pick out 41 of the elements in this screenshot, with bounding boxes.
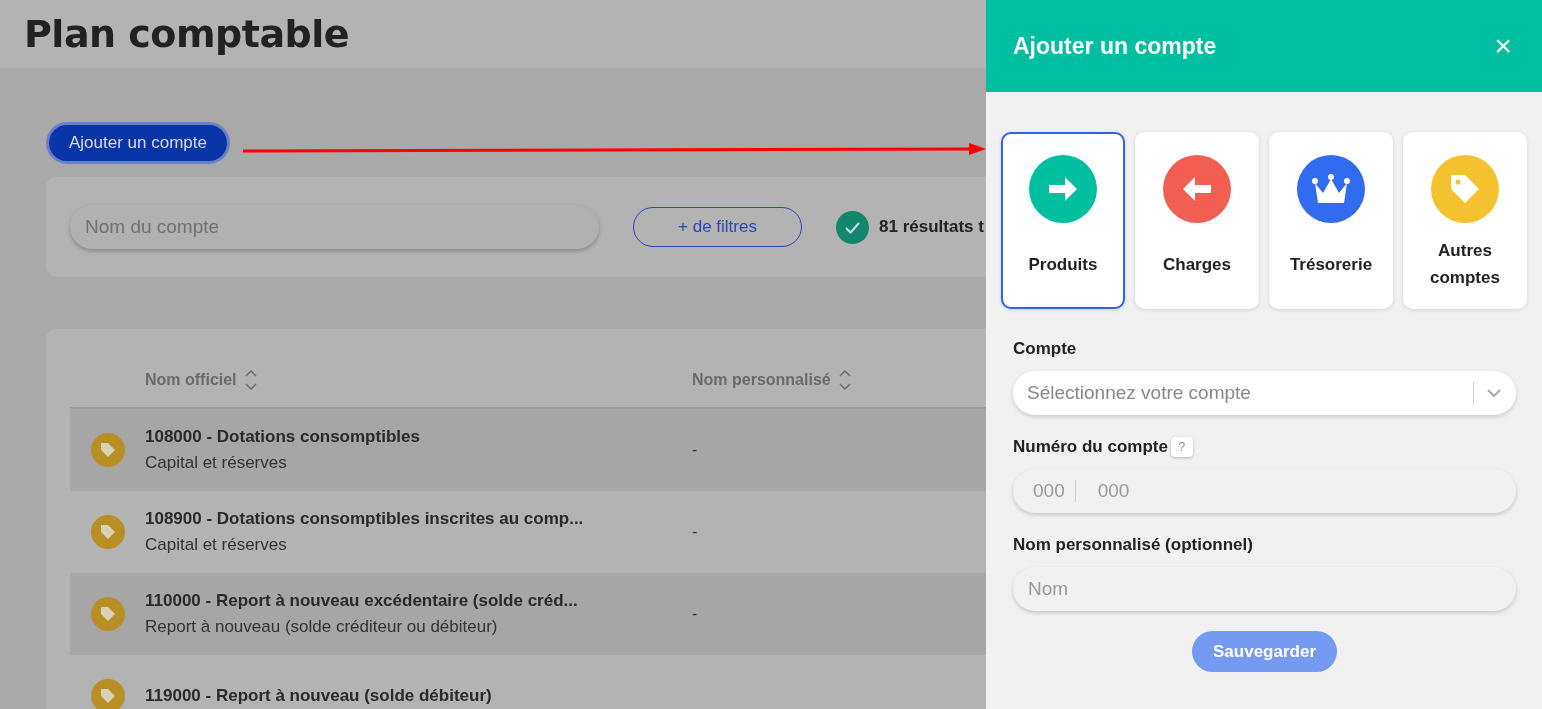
account-name: 108900 - Dotations consomptibles inscrites au comp... xyxy=(145,509,585,529)
help-button[interactable]: ? xyxy=(1170,437,1193,457)
column-header: Nom personnalisé xyxy=(692,371,831,389)
tag-icon xyxy=(90,597,125,631)
page-title: Plan comptable xyxy=(24,12,350,56)
account-type-card[interactable]: Autres comptes xyxy=(1403,132,1527,309)
account-name: 110000 - Report à nouveau excédentaire (solde créd... xyxy=(145,591,579,611)
add-account-button[interactable]: Ajouter un compte xyxy=(46,122,230,164)
account-name: 108000 - Dotations consomptibles xyxy=(145,427,421,447)
tag-icon xyxy=(90,679,125,709)
table-row[interactable]: 108000 - Dotations consomptibles Capital et réserves - xyxy=(70,409,986,491)
account-name: 119000 - Report à nouveau (solde débiteur) xyxy=(145,686,493,706)
account-type-card[interactable]: Charges xyxy=(1135,132,1259,309)
field-label: Numéro du compte xyxy=(1013,437,1168,457)
account-category: Report à nouveau (solde créditeur ou débiteur) xyxy=(145,617,499,637)
table-row[interactable]: 110000 - Report à nouveau excédentaire (solde créd... Report à nouveau (solde créditeur ou débiteur) - xyxy=(70,573,986,655)
column-header: Nom officiel xyxy=(145,371,237,389)
drawer-title: Ajouter un compte xyxy=(1013,32,1217,60)
sort-icon[interactable] xyxy=(838,368,851,392)
search-field[interactable]: Nom du compte xyxy=(70,205,599,249)
arrow-left-icon xyxy=(1163,155,1231,223)
account-type-card[interactable]: Trésorerie xyxy=(1269,132,1393,309)
check-icon xyxy=(836,210,869,244)
tag-icon xyxy=(1431,155,1499,223)
sort-icon[interactable] xyxy=(244,368,257,392)
account-type-card[interactable]: Produits xyxy=(1001,132,1125,309)
custom-name-cell: - xyxy=(692,523,698,541)
tag-icon xyxy=(90,433,125,467)
crown-icon xyxy=(1297,155,1365,223)
field-label: Nom personnalisé (optionnel) xyxy=(1013,535,1253,555)
custom-name-cell: - xyxy=(692,441,698,459)
field-label: Compte xyxy=(1013,339,1078,359)
account-category: Capital et réserves xyxy=(145,453,288,473)
tag-icon xyxy=(90,515,125,549)
results-count: 81 résultats t xyxy=(879,217,984,237)
arrow-right-icon xyxy=(1029,155,1097,223)
account-category: Capital et réserves xyxy=(145,535,288,555)
custom-name-field[interactable]: Nom xyxy=(1013,567,1516,611)
custom-name-cell: - xyxy=(692,605,698,623)
account-select[interactable]: Sélectionnez votre compte xyxy=(1013,371,1516,415)
chevron-down-icon xyxy=(1486,388,1502,398)
